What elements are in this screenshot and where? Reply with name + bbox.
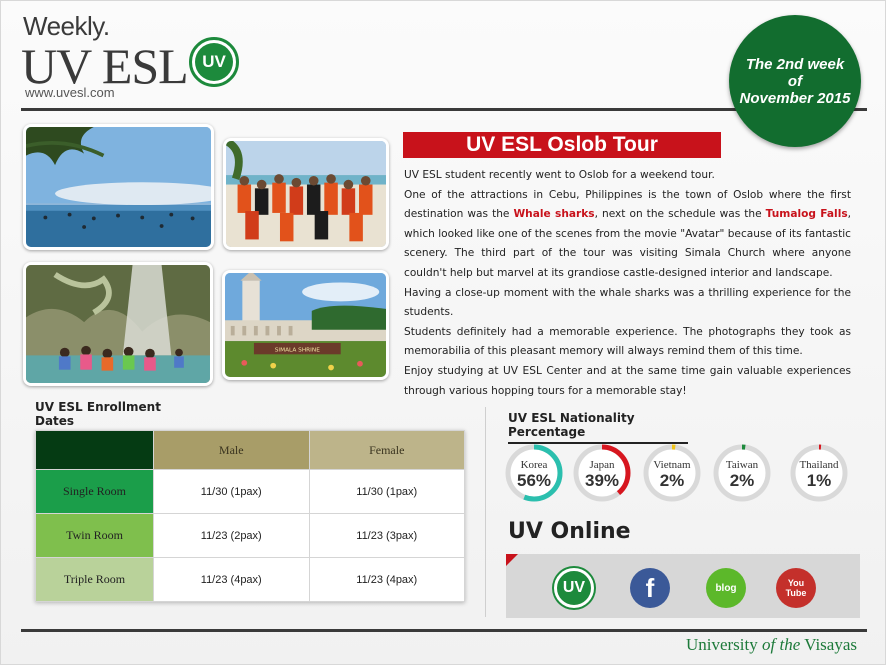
week-badge: The 2nd week of November 2015: [729, 15, 861, 147]
article-paragraph-3: Having a close-up moment with the whale …: [404, 286, 851, 319]
nationality-heading: UV ESL Nationality Percentage: [508, 411, 688, 444]
footer-divider: [21, 629, 867, 632]
footer-university: University of the Visayas: [686, 635, 857, 655]
article-paragraph-1: UV ESL student recently went to Oslob fo…: [404, 169, 715, 181]
corner-accent: [506, 554, 518, 566]
room-type-cell: Single Room: [35, 469, 154, 514]
table-header-male: Male: [153, 430, 310, 470]
highlight-tumalog-falls: Tumalog Falls: [765, 208, 848, 221]
ring-percentage: 1%: [806, 471, 832, 490]
table-header-female: Female: [308, 430, 465, 470]
uv-logo-icon: UV: [189, 37, 239, 87]
nationality-ring: Vietnam 2%: [642, 443, 702, 503]
footer-text-italic: of the: [762, 635, 801, 654]
church-sign-text: SIMALA SHRINE: [275, 348, 321, 354]
male-date-cell: 11/23 (4pax): [153, 557, 310, 602]
ring-country-label: Japan: [589, 459, 615, 471]
footer-text-right: Visayas: [800, 635, 857, 654]
newsletter-page: Weekly. UV ESL UV www.uvesl.com The 2nd …: [0, 0, 886, 665]
photo-group-lifevests: [223, 138, 389, 250]
enrollment-table: Male Female Single Room 11/30 (1pax) 11/…: [35, 430, 465, 602]
photo-waterfall: [23, 262, 213, 386]
table-row: Triple Room 11/23 (4pax) 11/23 (4pax): [35, 557, 465, 602]
website-url[interactable]: www.uvesl.com: [25, 85, 115, 100]
youtube-icon[interactable]: You Tube: [776, 568, 816, 608]
week-badge-line2: of: [787, 72, 803, 90]
ring-percentage: 39%: [584, 471, 620, 490]
ring-country-label: Vietnam: [653, 459, 691, 471]
male-date-cell: 11/23 (2pax): [153, 513, 310, 558]
online-links-box: UV f blog You Tube: [506, 554, 860, 618]
room-type-cell: Twin Room: [35, 513, 154, 558]
online-heading: UV Online: [508, 519, 631, 544]
article-paragraph-5: Enjoy studying at UV ESL Center and at t…: [404, 364, 851, 397]
highlight-whale-sharks: Whale sharks: [513, 208, 595, 221]
nationality-ring: Japan 39%: [572, 443, 632, 503]
uv-icon[interactable]: UV: [554, 568, 594, 608]
table-header-corner: [35, 430, 154, 470]
article-body: UV ESL student recently went to Oslob fo…: [404, 166, 851, 401]
male-date-cell: 11/30 (1pax): [153, 469, 310, 514]
section-divider: [485, 407, 486, 617]
ring-country-label: Taiwan: [725, 459, 759, 471]
nationality-ring: Korea 56%: [504, 443, 564, 503]
photo-beach-sea: [23, 124, 214, 250]
uv-logo-text: UV: [195, 43, 233, 81]
ring-percentage: 2%: [729, 471, 755, 490]
ring-percentage: 56%: [516, 471, 552, 490]
table-header-row: Male Female: [35, 430, 465, 470]
table-row: Single Room 11/30 (1pax) 11/30 (1pax): [35, 469, 465, 514]
female-date-cell: 11/23 (4pax): [308, 557, 465, 602]
photo-simala-church: SIMALA SHRINE: [222, 270, 389, 380]
article-p2-part-b: , next on the schedule was the: [594, 208, 766, 221]
ring-country-label: Thailand: [799, 459, 839, 471]
nationality-ring: Thailand 1%: [789, 443, 849, 503]
room-type-cell: Triple Room: [35, 557, 154, 602]
week-badge-line1: The 2nd week: [745, 55, 845, 73]
blog-icon[interactable]: blog: [706, 568, 746, 608]
article-paragraph-2: One of the attractions in Cebu, Philippi…: [404, 186, 851, 284]
week-badge-line3: November 2015: [739, 89, 851, 107]
facebook-icon[interactable]: f: [630, 568, 670, 608]
article-paragraph-4: Students definitely had a memorable expe…: [404, 325, 851, 358]
ring-percentage: 2%: [659, 471, 685, 490]
female-date-cell: 11/30 (1pax): [308, 469, 465, 514]
nationality-ring: Taiwan 2%: [712, 443, 772, 503]
table-row: Twin Room 11/23 (2pax) 11/23 (3pax): [35, 513, 465, 558]
ring-country-label: Korea: [520, 459, 548, 471]
female-date-cell: 11/23 (3pax): [308, 513, 465, 558]
enrollment-heading: UV ESL Enrollment Dates: [35, 400, 201, 433]
article-title: UV ESL Oslob Tour: [403, 132, 721, 158]
footer-text-left: University: [685, 635, 762, 654]
